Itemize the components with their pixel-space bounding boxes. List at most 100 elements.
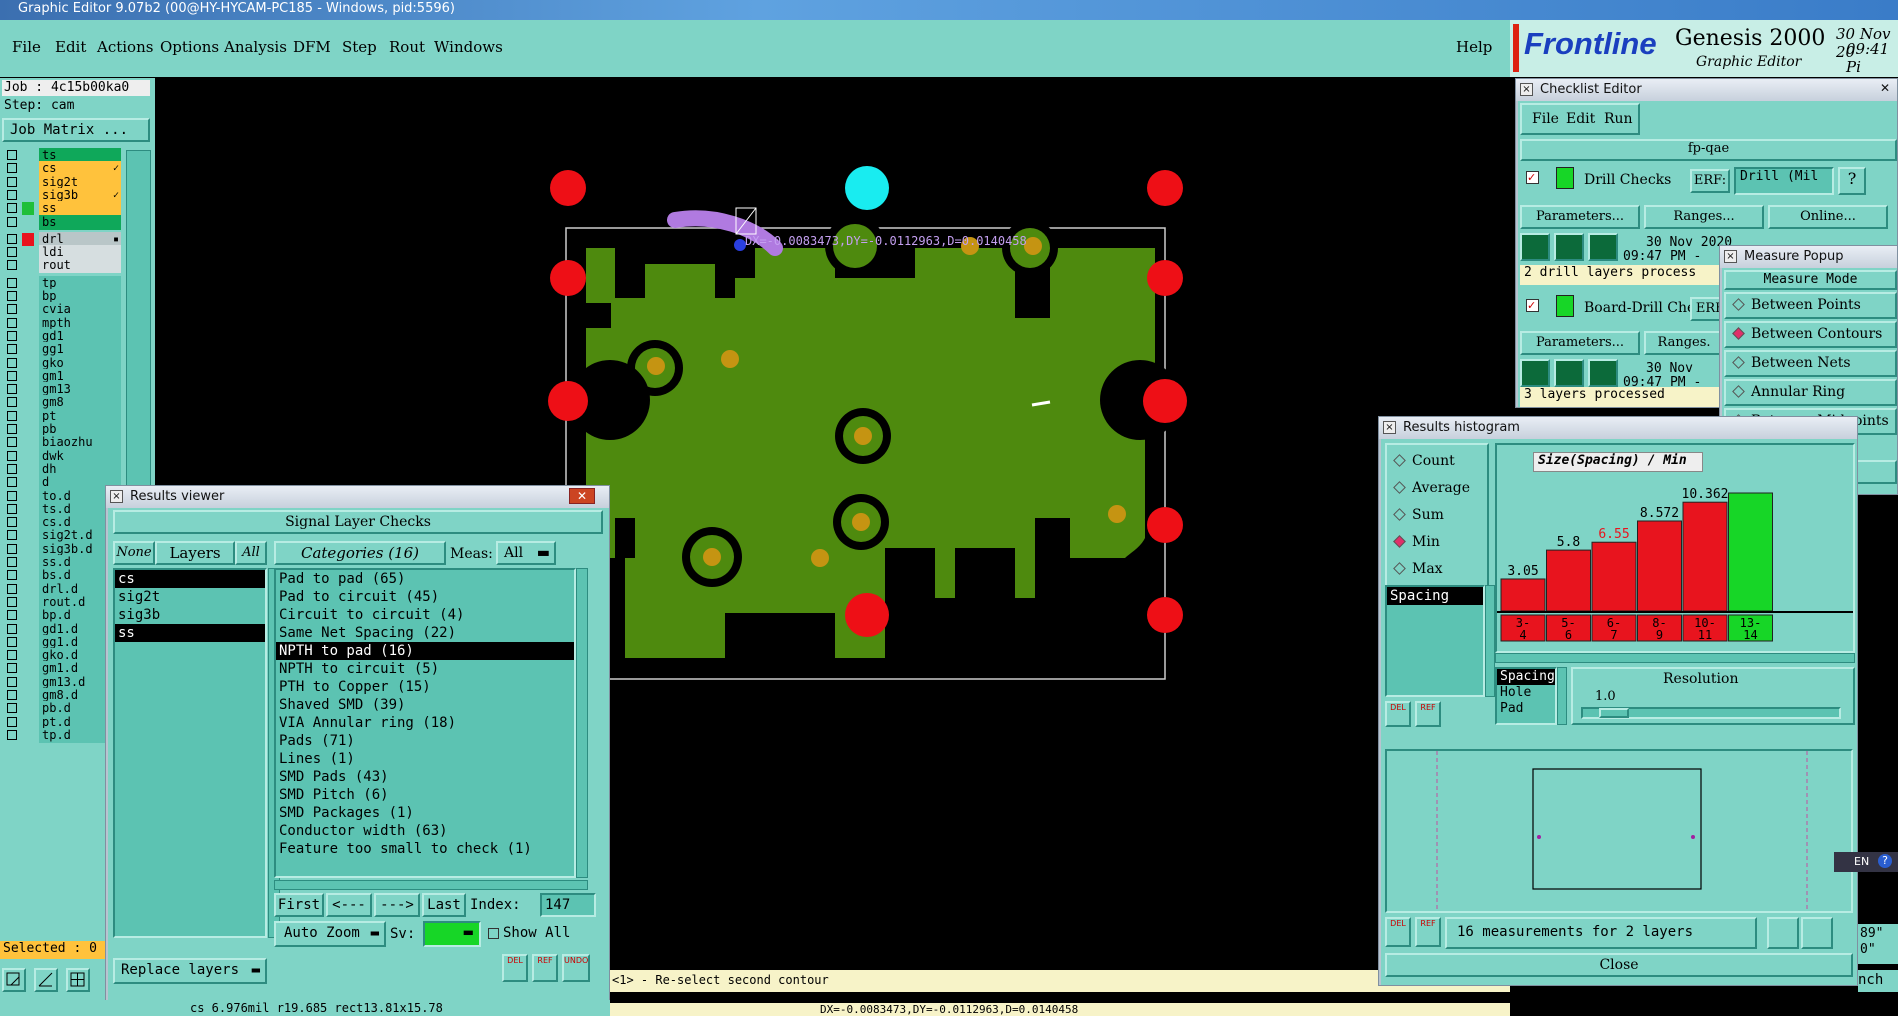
language-tray[interactable]: EN ? <box>1834 852 1898 872</box>
category-item[interactable]: VIA Annular ring (18) <box>276 714 574 732</box>
layer-checkbox[interactable] <box>7 317 17 328</box>
menu-analysis[interactable]: Analysis <box>224 38 287 56</box>
resolution-type-list[interactable]: Spacing Hole Pad <box>1495 667 1557 725</box>
category-item[interactable]: Same Net Spacing (22) <box>276 624 574 642</box>
ref-button[interactable]: REF <box>532 954 558 982</box>
histogram-bar[interactable] <box>1637 520 1682 612</box>
erf-button[interactable]: ERF: <box>1690 169 1730 193</box>
histogram-bar[interactable] <box>1591 541 1637 612</box>
export-icon[interactable] <box>1767 917 1799 949</box>
menu-options[interactable]: Options <box>160 38 219 56</box>
window-titlebar[interactable]: Graphic Editor 9.07b2 (00@HY-HYCAM-PC185… <box>0 0 1898 20</box>
layer-name[interactable]: bs <box>39 214 121 230</box>
layer-checkbox[interactable] <box>7 490 17 501</box>
category-item[interactable]: NPTH to pad (16) <box>276 642 574 660</box>
layer-checkbox[interactable] <box>7 330 17 341</box>
run-icon[interactable] <box>1520 233 1550 261</box>
measure-popup-titlebar[interactable]: × Measure Popup <box>1720 246 1897 268</box>
histogram-titlebar[interactable]: × Results histogram <box>1379 417 1857 439</box>
layer-checkbox[interactable] <box>7 424 17 434</box>
layer-checkbox[interactable] <box>7 676 17 687</box>
list-item[interactable]: Hole <box>1497 685 1555 701</box>
measure-mode-option[interactable]: Between Nets <box>1724 350 1897 377</box>
categories-scrollbar[interactable] <box>576 568 588 878</box>
menu-windows[interactable]: Windows <box>434 38 503 56</box>
menu-edit[interactable]: Edit <box>55 38 86 56</box>
layer-checkbox[interactable] <box>7 247 17 258</box>
layer-row[interactable]: bs <box>3 214 121 230</box>
select-tool-icon[interactable] <box>2 968 26 992</box>
layer-checkbox[interactable] <box>7 370 17 381</box>
board-drill-name[interactable]: Board-Drill Che <box>1584 300 1695 316</box>
menu-rout[interactable]: Rout <box>389 38 425 56</box>
undo-button[interactable]: UNDO <box>562 954 590 982</box>
layer-checkbox[interactable] <box>7 716 17 727</box>
list-item[interactable]: Pad <box>1497 701 1555 717</box>
layer-checkbox[interactable] <box>7 344 17 355</box>
drill-checks-checkbox[interactable]: ✓ <box>1526 171 1539 184</box>
stat-option[interactable]: Sum <box>1393 507 1444 523</box>
layer-checkbox[interactable] <box>7 583 17 594</box>
category-item[interactable]: PTH to Copper (15) <box>276 678 574 696</box>
histogram-bar[interactable] <box>1500 578 1546 612</box>
run-icon[interactable] <box>1588 233 1618 261</box>
category-item[interactable]: SMD Pitch (6) <box>276 786 574 804</box>
layer-checkbox[interactable] <box>7 517 17 528</box>
parameters-button[interactable]: Parameters... <box>1520 205 1640 229</box>
layer-results-list[interactable]: cs sig2t sig3b ss <box>113 568 267 938</box>
menu-actions[interactable]: Actions <box>97 38 153 56</box>
resolution-slider[interactable] <box>1581 707 1841 719</box>
layer-checkbox[interactable] <box>7 397 17 408</box>
menu-step[interactable]: Step <box>342 38 377 56</box>
layer-checkbox[interactable] <box>7 543 17 554</box>
del-button[interactable]: DEL <box>502 954 528 982</box>
list-item[interactable]: cs <box>115 570 265 588</box>
grid-tool-icon[interactable] <box>66 968 90 992</box>
layer-checkbox[interactable] <box>7 437 17 448</box>
help-icon[interactable]: ? <box>1878 854 1892 868</box>
stat-option[interactable]: Max <box>1393 561 1443 577</box>
category-item[interactable]: NPTH to circuit (5) <box>276 660 574 678</box>
replace-layers-select[interactable]: Replace layers ▬ <box>113 958 267 984</box>
prev-button[interactable]: <--- <box>326 893 372 917</box>
window-close-icon[interactable]: × <box>1383 421 1396 434</box>
layer-checkbox[interactable] <box>7 557 17 567</box>
layer-row[interactable]: rout <box>3 258 121 274</box>
list-item[interactable]: Spacing <box>1497 669 1555 685</box>
footer-del-button[interactable]: DEL <box>1385 917 1411 947</box>
layer-checkbox[interactable] <box>7 450 17 461</box>
layer-checkbox[interactable] <box>7 291 17 301</box>
layer-checkbox[interactable] <box>7 163 17 174</box>
histogram-bar[interactable] <box>1546 549 1591 612</box>
categories-hscrollbar[interactable] <box>274 880 588 890</box>
drill-checks-name[interactable]: Drill Checks <box>1584 172 1671 188</box>
category-item[interactable]: Shaved SMD (39) <box>276 696 574 714</box>
layer-checkbox[interactable] <box>7 596 17 607</box>
category-item[interactable]: SMD Packages (1) <box>276 804 574 822</box>
layer-checkbox[interactable] <box>7 463 17 474</box>
job-matrix-button[interactable]: Job Matrix ... <box>2 118 150 142</box>
results-viewer-titlebar[interactable]: × Results viewer ✕ <box>106 486 609 508</box>
layer-checkbox[interactable] <box>7 610 17 621</box>
import-icon[interactable] <box>1801 917 1833 949</box>
measure-type-list[interactable]: Spacing <box>1385 585 1485 697</box>
run-icon[interactable] <box>1554 233 1584 261</box>
category-item[interactable]: Pad to pad (65) <box>276 570 574 588</box>
histogram-close-button[interactable]: Close <box>1385 953 1853 977</box>
layer-row[interactable]: tp.d <box>3 727 121 743</box>
layers-all-button[interactable]: All <box>235 541 267 565</box>
menu-dfm[interactable]: DFM <box>293 38 331 56</box>
histogram-bar[interactable] <box>1682 501 1728 612</box>
category-item[interactable]: Conductor width (63) <box>276 822 574 840</box>
category-item[interactable]: Feature too small to check (1) <box>276 840 574 858</box>
online-button[interactable]: Online... <box>1768 205 1888 229</box>
layers-tab-button[interactable]: Layers <box>155 541 235 565</box>
auto-zoom-select[interactable]: Auto Zoom ▬ <box>274 921 386 947</box>
ranges-button-2[interactable]: Ranges. <box>1644 331 1724 355</box>
parameters-button-2[interactable]: Parameters... <box>1520 331 1640 355</box>
list-item[interactable]: sig2t <box>115 588 265 606</box>
layer-checkbox[interactable] <box>7 477 17 488</box>
layers-none-button[interactable]: None <box>113 541 155 565</box>
menu-file[interactable]: File <box>12 38 41 56</box>
measure-mode-option[interactable]: Annular Ring <box>1724 379 1897 406</box>
